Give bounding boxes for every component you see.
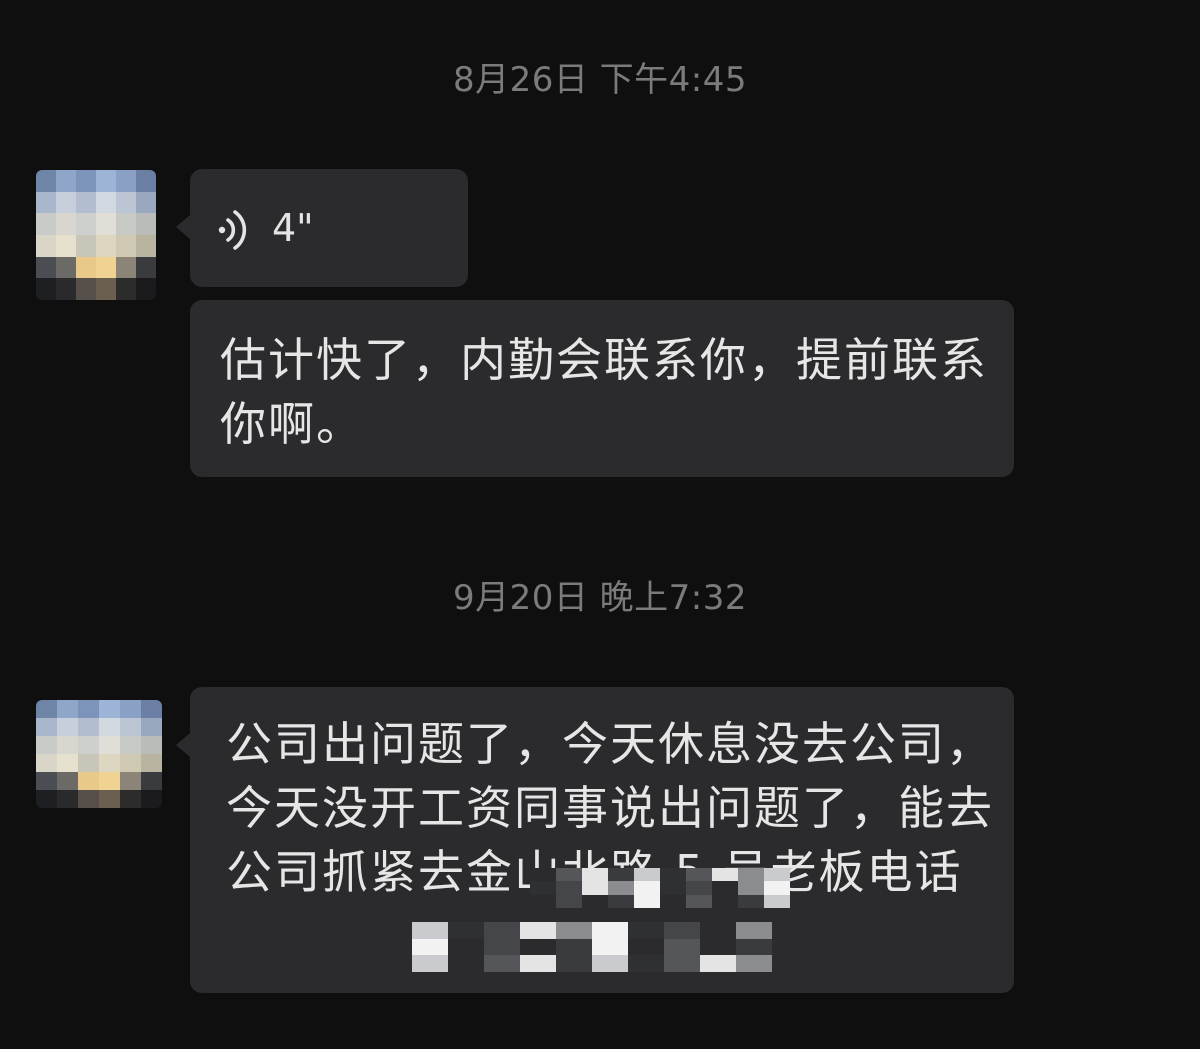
timestamp-1: 8月26日 下午4:45: [452, 60, 748, 100]
timestamp-2: 9月20日 晚上7:32: [452, 578, 748, 618]
redaction-mosaic: [412, 922, 772, 972]
bubble-tail: [176, 733, 190, 757]
voice-duration: 4": [272, 206, 314, 250]
contact-avatar[interactable]: [36, 700, 162, 808]
bubble-tail: [176, 215, 190, 239]
contact-avatar[interactable]: [36, 170, 156, 300]
message-text: 估计快了，内勤会联系你，提前联系你啊。: [220, 333, 988, 451]
voice-wave-icon: [218, 210, 247, 250]
redaction-mosaic: [530, 868, 790, 908]
